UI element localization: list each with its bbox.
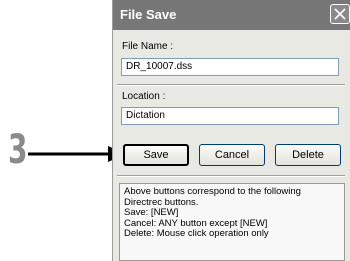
screenshot-canvas: 3 File Save File Name : DR_10007.dss Loc… [0, 0, 350, 261]
info-line: Delete: Mouse click operation only [124, 228, 269, 239]
step-number: 3 [8, 127, 28, 173]
delete-button[interactable]: Delete [275, 144, 341, 166]
location-field[interactable]: Dictation [121, 107, 339, 125]
location-label: Location : [122, 91, 166, 102]
divider [117, 175, 345, 177]
save-button[interactable]: Save [123, 144, 189, 166]
info-line: Save: [NEW] [124, 207, 179, 218]
file-name-field[interactable]: DR_10007.dss [121, 58, 339, 76]
cancel-button[interactable]: Cancel [199, 144, 265, 166]
close-button[interactable] [330, 4, 350, 24]
file-save-dialog: File Save File Name : DR_10007.dss Locat… [112, 0, 350, 261]
info-text-box: Above buttons correspond to the followin… [119, 183, 345, 261]
divider [117, 84, 345, 86]
close-icon [334, 8, 346, 20]
dialog-title: File Save [120, 7, 177, 22]
file-name-label: File Name : [122, 41, 174, 52]
info-line: Above buttons correspond to the followin… [124, 186, 301, 197]
dialog-titlebar[interactable]: File Save [113, 0, 350, 30]
